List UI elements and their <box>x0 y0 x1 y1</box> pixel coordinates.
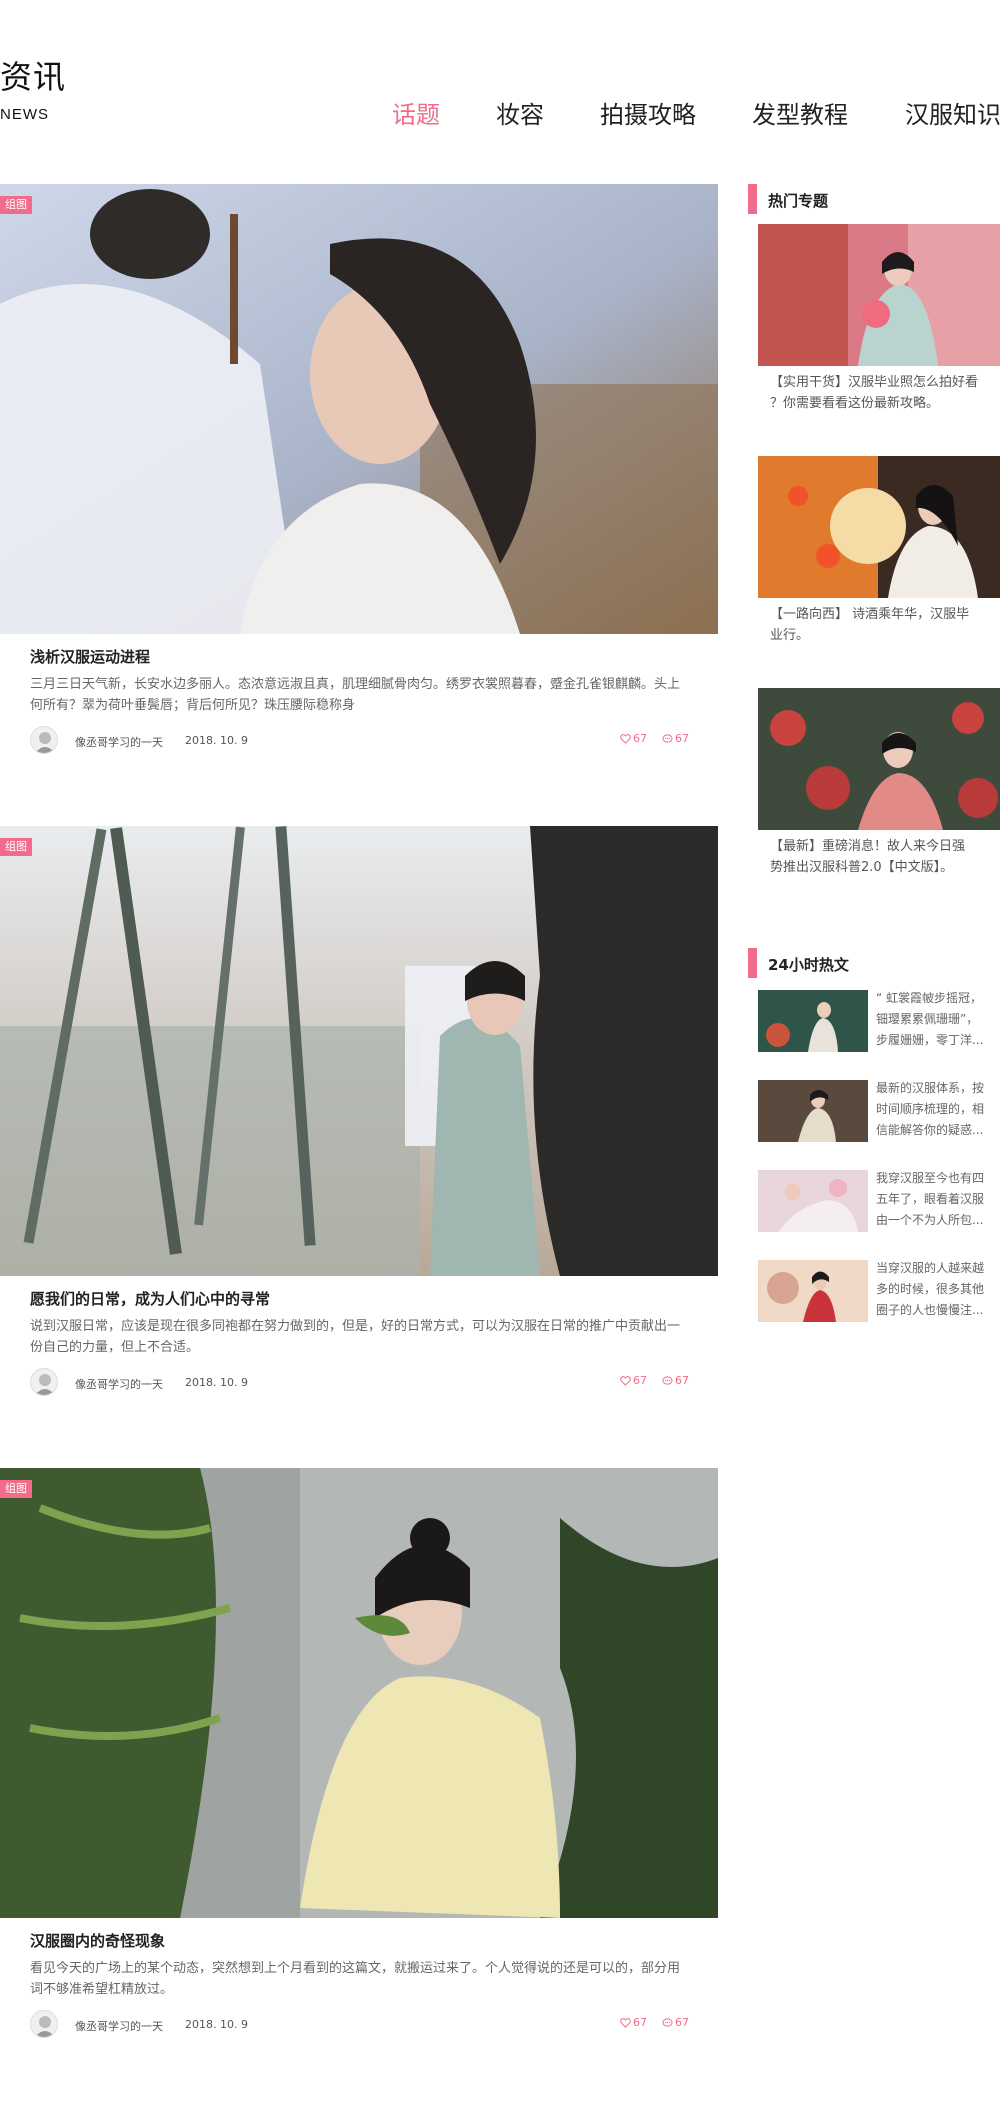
hot-article-line: 时间顺序梳理的，相 <box>876 1102 985 1116</box>
article-title[interactable]: 愿我们的日常，成为人们心中的寻常 <box>30 1288 270 1309</box>
heart-icon <box>620 733 631 744</box>
topic-caption-line: 业行。 <box>770 628 810 643</box>
like-count[interactable]: 67 <box>620 732 647 745</box>
topic-caption-line: 【最新】重磅消息！故人来今日强 <box>770 839 966 854</box>
topic-caption[interactable]: 【最新】重磅消息！故人来今日强 势推出汉服科普2.0【中文版】。 <box>758 836 1000 878</box>
comment-count[interactable]: 67 <box>662 2016 689 2029</box>
article-meta: 像丞哥学习的一天 2018. 10. 9 67 67 <box>30 1368 690 1398</box>
hot-article-item[interactable]: 当穿汉服的人越来越 多的时候，很多其他 圈子的人也慢慢注... <box>758 1260 1000 1322</box>
comment-count[interactable]: 67 <box>662 1374 689 1387</box>
author-name[interactable]: 像丞哥学习的一天 <box>75 1376 163 1392</box>
hot-article-item[interactable]: 我穿汉服至今也有四 五年了，眼看着汉服 由一个不为人所包... <box>758 1170 1000 1232</box>
hot-article-line: 当穿汉服的人越来越 <box>876 1261 985 1275</box>
comment-icon <box>662 2017 673 2028</box>
topic-card[interactable]: 【一路向西】 诗酒乘年华，汉服毕 业行。 <box>758 456 1000 646</box>
nav-item-hair-tutorial[interactable]: 发型教程 <box>752 95 848 130</box>
avatar[interactable] <box>30 1368 58 1396</box>
nav-item-hanfu-knowledge[interactable]: 汉服知识 <box>905 95 1000 130</box>
avatar[interactable] <box>30 2010 58 2038</box>
topic-card[interactable]: 【实用干货】汉服毕业照怎么拍好看 ？你需要看看这份最新攻略。 <box>758 224 1000 414</box>
hot-article-line: 步履姗姗，零丁洋... <box>876 1033 984 1047</box>
nav-item-makeup[interactable]: 妆容 <box>496 95 544 130</box>
topic-caption-line: ？你需要看看这份最新攻略。 <box>770 396 940 411</box>
gallery-tag: 组图 <box>0 838 32 856</box>
comment-count-value: 67 <box>675 2016 689 2029</box>
heading-accent-bar <box>748 948 757 978</box>
topic-image[interactable] <box>758 224 1000 366</box>
article-photo[interactable] <box>0 184 718 634</box>
heading-accent-bar <box>748 184 757 214</box>
like-count-value: 67 <box>633 2016 647 2029</box>
topic-caption-line: 势推出汉服科普2.0【中文版】。 <box>770 860 954 875</box>
hot-article-excerpt[interactable]: “ 虹裳霞帔步摇冠， 钿璎累累佩珊珊”， 步履姗姗，零丁洋... <box>876 988 1000 1051</box>
article-excerpt: 三月三日天气新，长安水边多丽人。态浓意远淑且真，肌理细腻骨肉匀。绣罗衣裳照暮春，… <box>30 677 681 713</box>
topic-caption-line: 【一路向西】 诗酒乘年华，汉服毕 <box>770 607 970 622</box>
article-card[interactable]: 组图 汉服圈内的奇怪现象 看见今天的广场上的某个动态，突然想到上个月看到的这篇文… <box>0 1468 718 2048</box>
like-count-value: 67 <box>633 1374 647 1387</box>
post-date: 2018. 10. 9 <box>185 734 248 747</box>
hot-article-thumb[interactable] <box>758 1170 868 1232</box>
topic-image[interactable] <box>758 688 1000 830</box>
topic-card[interactable]: 【最新】重磅消息！故人来今日强 势推出汉服科普2.0【中文版】。 <box>758 688 1000 878</box>
article-card[interactable]: 组图 愿我们的日常，成为人们心中的寻常 说到汉服日常，应该是现在很多同袍都在努力… <box>0 826 718 1406</box>
topic-image[interactable] <box>758 456 1000 598</box>
topic-caption[interactable]: 【实用干货】汉服毕业照怎么拍好看 ？你需要看看这份最新攻略。 <box>758 372 1000 414</box>
topic-caption[interactable]: 【一路向西】 诗酒乘年华，汉服毕 业行。 <box>758 604 1000 646</box>
article-meta: 像丞哥学习的一天 2018. 10. 9 67 67 <box>30 726 690 756</box>
like-count[interactable]: 67 <box>620 2016 647 2029</box>
topic-caption-line: 【实用干货】汉服毕业照怎么拍好看 <box>770 375 979 390</box>
hot-article-line: 最新的汉服体系，按 <box>876 1081 985 1095</box>
comment-count-value: 67 <box>675 732 689 745</box>
hot-article-line: 多的时候，很多其他 <box>876 1282 985 1296</box>
hot-article-line: 钿璎累累佩珊珊”， <box>876 1012 979 1026</box>
comment-count[interactable]: 67 <box>662 732 689 745</box>
comment-icon <box>662 733 673 744</box>
nav-item-photo-guide[interactable]: 拍摄攻略 <box>600 95 696 130</box>
gallery-tag: 组图 <box>0 196 32 214</box>
hot-article-thumb[interactable] <box>758 1260 868 1322</box>
article-excerpt: 看见今天的广场上的某个动态，突然想到上个月看到的这篇文，就搬运过来了。个人觉得说… <box>30 1961 681 1997</box>
article-photo[interactable] <box>0 1468 718 1918</box>
hot-24h-heading-text: 24小时热文 <box>768 956 849 974</box>
article-excerpt: 说到汉服日常，应该是现在很多同袍都在努力做到的，但是，好的日常方式，可以为汉服在… <box>30 1319 681 1355</box>
hot-topics-heading-text: 热门专题 <box>768 192 829 210</box>
article-title[interactable]: 汉服圈内的奇怪现象 <box>30 1930 165 1951</box>
nav-item-topic[interactable]: 话题 <box>392 95 440 130</box>
hot-article-item[interactable]: 最新的汉服体系，按 时间顺序梳理的，相 信能解答你的疑惑... <box>758 1080 1000 1142</box>
post-date: 2018. 10. 9 <box>185 1376 248 1389</box>
article-card[interactable]: 组图 浅析汉服运动进程 三月三日天气新，长安水边多丽人。态浓意远淑且真，肌理细腻… <box>0 184 718 764</box>
hot-24h-heading: 24小时热文 <box>748 948 998 978</box>
hot-article-line: “ 虹裳霞帔步摇冠， <box>876 991 983 1005</box>
like-count-value: 67 <box>633 732 647 745</box>
article-meta: 像丞哥学习的一天 2018. 10. 9 67 67 <box>30 2010 690 2040</box>
heart-icon <box>620 2017 631 2028</box>
top-nav: 话题 妆容 拍摄攻略 发型教程 汉服知识 <box>0 95 1000 135</box>
like-count[interactable]: 67 <box>620 1374 647 1387</box>
hot-article-line: 由一个不为人所包... <box>876 1213 984 1227</box>
comment-count-value: 67 <box>675 1374 689 1387</box>
hot-article-excerpt[interactable]: 当穿汉服的人越来越 多的时候，很多其他 圈子的人也慢慢注... <box>876 1258 1000 1321</box>
comment-icon <box>662 1375 673 1386</box>
hot-article-line: 五年了，眼看着汉服 <box>876 1192 985 1206</box>
page-title: 资讯 <box>0 58 67 96</box>
heart-icon <box>620 1375 631 1386</box>
hot-article-line: 我穿汉服至今也有四 <box>876 1171 985 1185</box>
hot-article-item[interactable]: “ 虹裳霞帔步摇冠， 钿璎累累佩珊珊”， 步履姗姗，零丁洋... <box>758 990 1000 1052</box>
hot-article-line: 信能解答你的疑惑... <box>876 1123 984 1137</box>
author-name[interactable]: 像丞哥学习的一天 <box>75 734 163 750</box>
avatar[interactable] <box>30 726 58 754</box>
hot-article-excerpt[interactable]: 我穿汉服至今也有四 五年了，眼看着汉服 由一个不为人所包... <box>876 1168 1000 1231</box>
hot-article-thumb[interactable] <box>758 1080 868 1142</box>
hot-article-excerpt[interactable]: 最新的汉服体系，按 时间顺序梳理的，相 信能解答你的疑惑... <box>876 1078 1000 1141</box>
hot-article-thumb[interactable] <box>758 990 868 1052</box>
hot-article-line: 圈子的人也慢慢注... <box>876 1303 984 1317</box>
hot-topics-heading: 热门专题 <box>748 184 998 214</box>
post-date: 2018. 10. 9 <box>185 2018 248 2031</box>
article-photo[interactable] <box>0 826 718 1276</box>
author-name[interactable]: 像丞哥学习的一天 <box>75 2018 163 2034</box>
article-title[interactable]: 浅析汉服运动进程 <box>30 646 150 667</box>
gallery-tag: 组图 <box>0 1480 32 1498</box>
